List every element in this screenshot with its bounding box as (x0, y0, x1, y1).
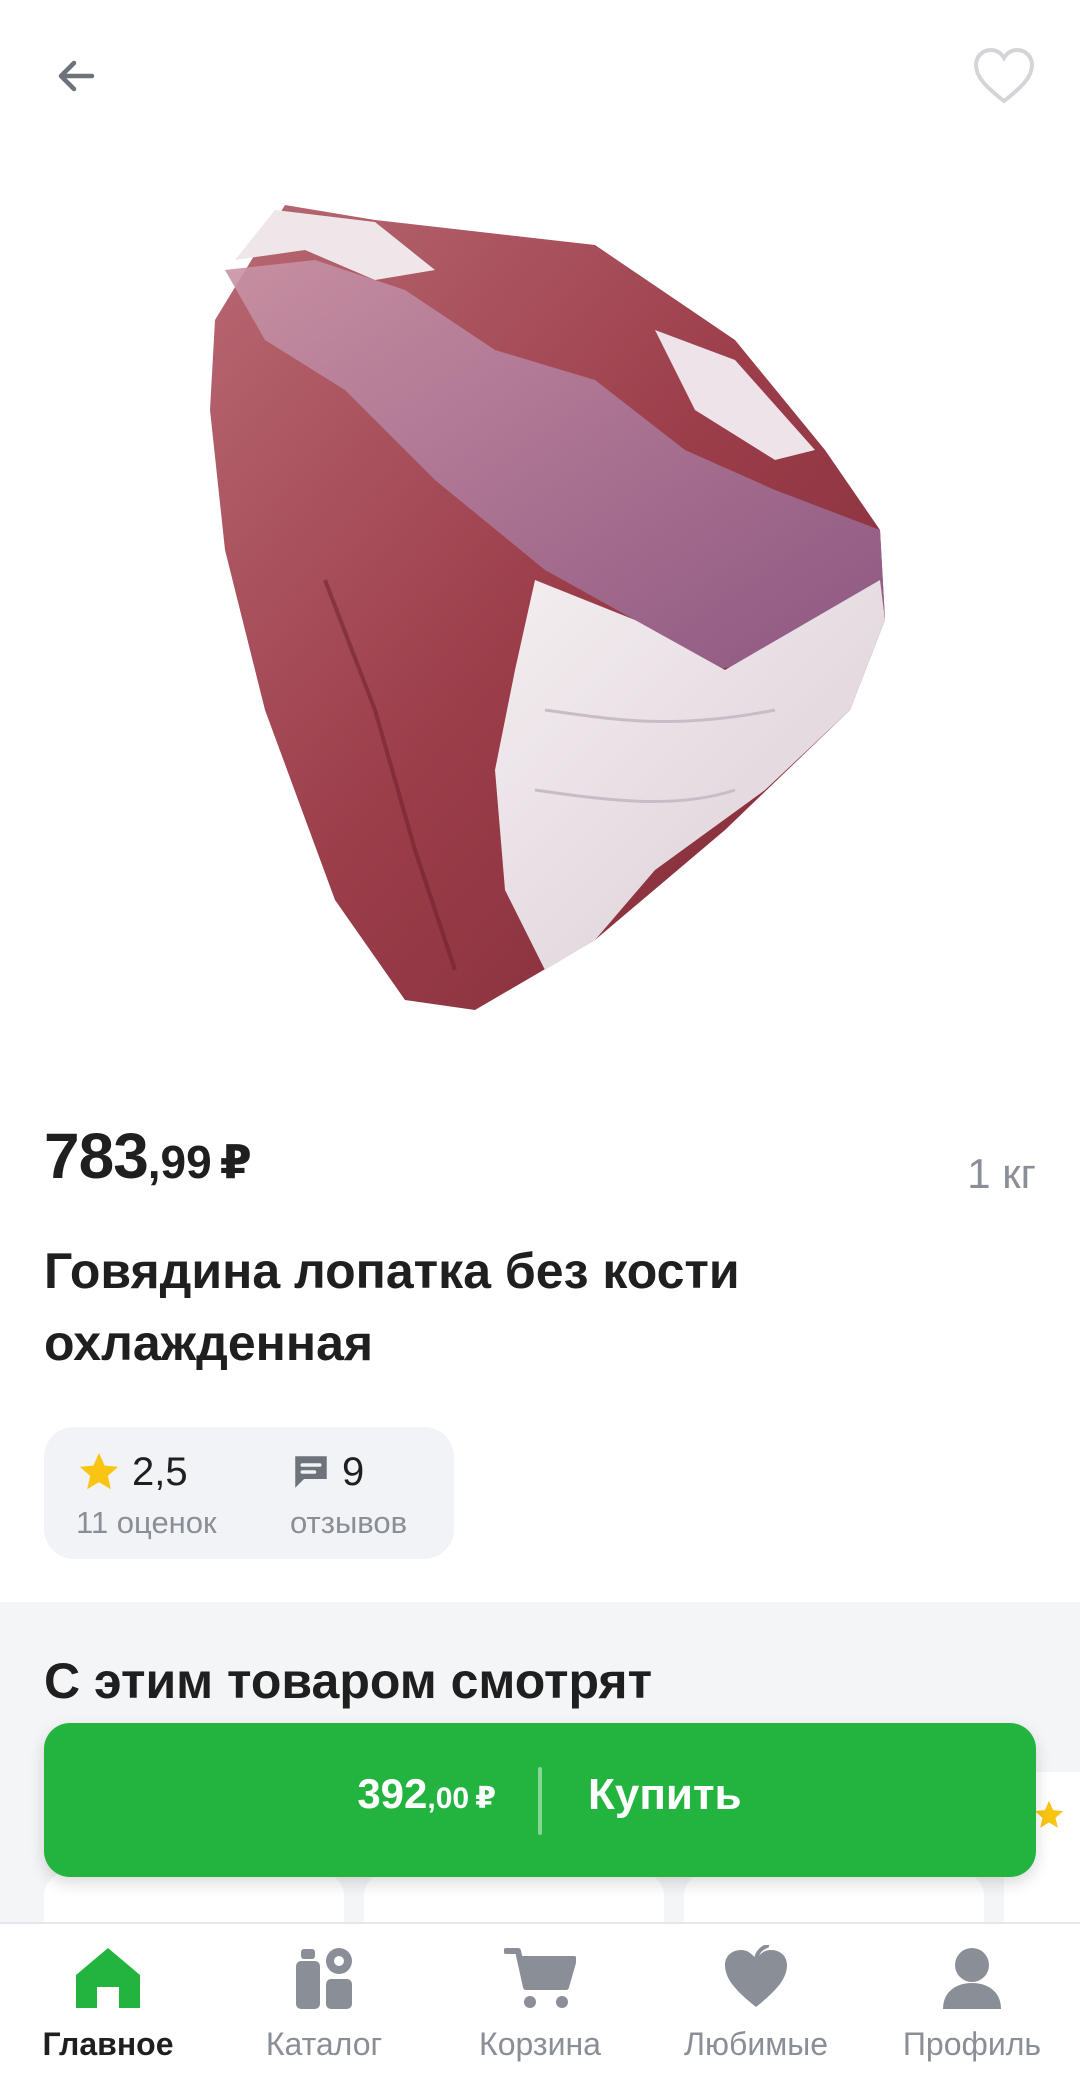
buy-price-fraction: ,00 (427, 1782, 470, 1815)
nav-item-home[interactable]: Главное (0, 1938, 216, 2078)
buy-button[interactable]: 392,00 ₽ Купить (44, 1723, 1036, 1877)
nav-label-cart: Корзина (479, 2026, 601, 2062)
back-button[interactable] (40, 40, 112, 112)
buy-price-currency: ₽ (475, 1782, 496, 1815)
comment-icon (295, 1456, 327, 1488)
related-product-card[interactable] (684, 1872, 984, 1922)
product-thumbnail (44, 1872, 344, 1922)
favorite-button[interactable] (964, 36, 1044, 116)
rating-value: 2,5 (132, 1449, 188, 1494)
heart-icon (725, 1945, 787, 2007)
heart-outline-icon (973, 47, 1035, 104)
nav-item-cart[interactable]: Корзина (432, 1938, 648, 2078)
star-icon (1034, 1800, 1064, 1828)
nav-label-profile: Профиль (902, 2026, 1042, 2062)
rating-stat[interactable]: 2,5 11 оценок (76, 1445, 217, 1541)
profile-icon (943, 1948, 1001, 2009)
cart-icon (504, 1948, 576, 2008)
buy-price: 392,00 ₽ (357, 1773, 496, 1815)
product-thumbnail (684, 1872, 984, 1922)
reviews-stat[interactable]: 9 отзывов (290, 1445, 407, 1541)
catalog-icon (296, 1948, 352, 2009)
product-image[interactable] (75, 150, 1005, 1070)
nav-item-favorites[interactable]: Любимые (648, 1938, 864, 2078)
home-icon (76, 1948, 140, 2008)
product-thumbnail (364, 1872, 664, 1922)
nav-item-catalog[interactable]: Каталог (216, 1938, 432, 2078)
star-icon (79, 1452, 119, 1490)
price-fraction: ,99 (147, 1136, 212, 1188)
buy-price-integer: 392 (357, 1770, 428, 1817)
related-product-card[interactable] (364, 1872, 664, 1922)
price-currency: ₽ (219, 1136, 252, 1188)
buy-divider (538, 1767, 542, 1835)
related-product-card[interactable] (44, 1872, 344, 1922)
reviews-label: отзывов (290, 1505, 408, 1540)
bottom-navigation: Главное Каталог Корзина Любимые Профиль (0, 1922, 1080, 2079)
arrow-left-icon (58, 60, 95, 92)
buy-label: Купить (588, 1770, 742, 1819)
price-row: 783,99 ₽ 1 кг (44, 1120, 1036, 1210)
nav-label-catalog: Каталог (265, 2026, 383, 2062)
reviews-value: 9 (342, 1449, 365, 1494)
nav-label-home: Главное (42, 2026, 174, 2062)
product-price: 783,99 ₽ (44, 1124, 252, 1188)
rating-reviews-block[interactable]: 2,5 11 оценок 9 отзывов (44, 1427, 454, 1559)
product-unit: 1 кг (967, 1150, 1036, 1197)
rating-count-label: 11 оценок (76, 1505, 217, 1540)
beef-shoulder-photo (210, 205, 885, 1010)
top-bar (0, 0, 1080, 150)
product-title: Говядина лопатка без кости охлажденная (44, 1243, 740, 1371)
nav-item-profile[interactable]: Профиль (864, 1938, 1080, 2078)
price-integer: 783 (44, 1120, 149, 1192)
related-products-title: С этим товаром смотрят (44, 1653, 653, 1709)
nav-label-favorites: Любимые (684, 2026, 828, 2062)
